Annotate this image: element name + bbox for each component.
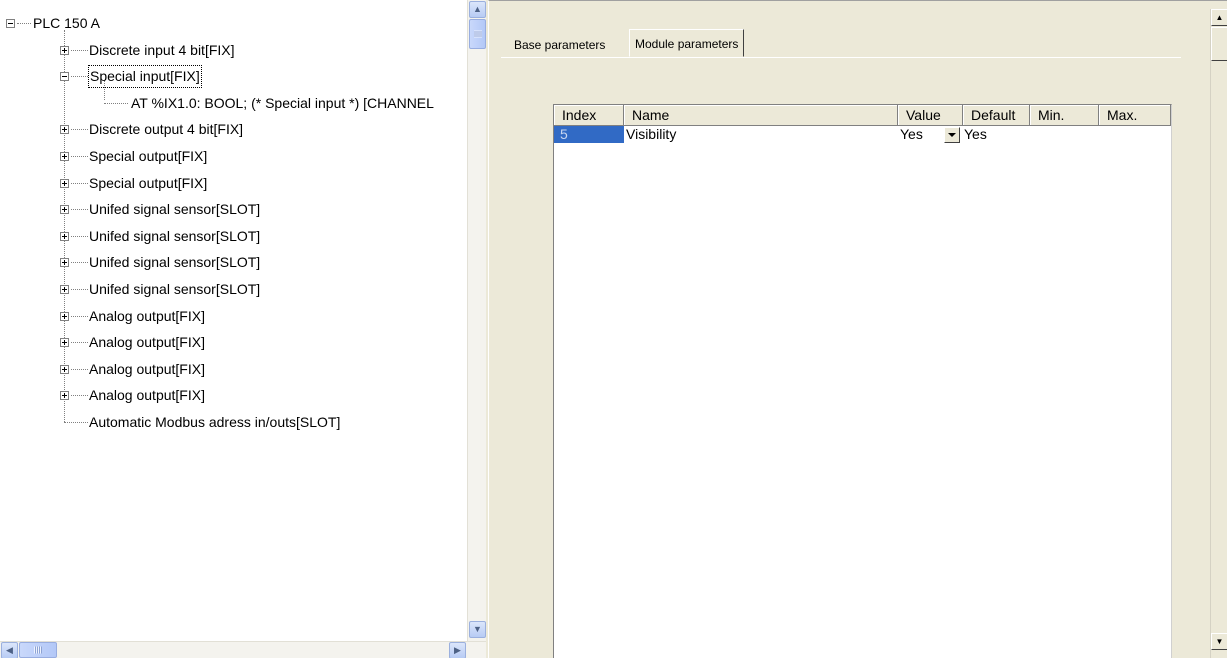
tree-item[interactable]: Discrete output 4 bit[FIX]: [0, 119, 460, 140]
tree-item-label: Unifed signal sensor[SLOT]: [89, 254, 261, 270]
cell-value[interactable]: Yes: [900, 126, 923, 143]
tree-guide-line: [71, 156, 88, 157]
cell-name[interactable]: Visibility: [626, 126, 676, 143]
tree-item[interactable]: Unifed signal sensor[SLOT]: [0, 226, 460, 247]
tree-item-label: Special input[FIX]: [88, 65, 202, 88]
tree-item-label: Analog output[FIX]: [89, 387, 205, 403]
tree-guide-line: [71, 76, 88, 77]
tree-item-label: Discrete input 4 bit[FIX]: [89, 42, 235, 58]
plus-box-icon[interactable]: [60, 232, 69, 241]
tree-guide-line: [71, 369, 88, 370]
tree-item-label: Discrete output 4 bit[FIX]: [89, 121, 244, 137]
tree-horizontal-scrollbar[interactable]: ◀ ▶: [0, 641, 486, 658]
column-header-default[interactable]: Default: [963, 105, 1030, 126]
tab-module-parameters[interactable]: Module parameters: [629, 29, 745, 57]
plus-box-icon[interactable]: [60, 205, 69, 214]
tree-guide-line: [71, 316, 88, 317]
plus-box-icon[interactable]: [60, 46, 69, 55]
parameters-vertical-scrollbar[interactable]: ▲ ▼: [1210, 9, 1227, 658]
minus-box-icon[interactable]: [6, 19, 15, 28]
column-header-max[interactable]: Max.: [1099, 105, 1171, 126]
plus-box-icon[interactable]: [60, 285, 69, 294]
tree-item[interactable]: Special input[FIX]: [0, 65, 460, 88]
tree-item[interactable]: Discrete input 4 bit[FIX]: [0, 40, 460, 61]
tree-item[interactable]: Unifed signal sensor[SLOT]: [0, 252, 460, 273]
tree-guide-line: [71, 50, 88, 51]
parameters-pane: Base parameters Module parameters Index …: [488, 0, 1227, 658]
tree-item-label: Unifed signal sensor[SLOT]: [89, 228, 261, 244]
cell-index[interactable]: 5: [554, 126, 624, 143]
tree-item[interactable]: Analog output[FIX]: [0, 332, 460, 353]
plus-box-icon[interactable]: [60, 179, 69, 188]
tree-item[interactable]: Automatic Modbus adress in/outs[SLOT]: [0, 412, 460, 433]
tree-vertical-scrollbar[interactable]: ▲ ▼: [467, 0, 486, 641]
tree-item[interactable]: Unifed signal sensor[SLOT]: [0, 199, 460, 220]
plus-box-icon[interactable]: [60, 258, 69, 267]
tree-item[interactable]: Analog output[FIX]: [0, 359, 460, 380]
grip-icon: [473, 30, 482, 38]
arrow-down-icon[interactable]: ▼: [469, 621, 486, 638]
tree-item[interactable]: Special output[FIX]: [0, 173, 460, 194]
plus-box-icon[interactable]: [60, 365, 69, 374]
arrow-up-icon[interactable]: ▲: [1211, 9, 1227, 26]
tree-item[interactable]: Analog output[FIX]: [0, 385, 460, 406]
tree-guide-line: [104, 103, 128, 104]
grid-header: Index Name Value Default Min. Max.: [554, 105, 1171, 126]
plus-box-icon[interactable]: [60, 125, 69, 134]
tab-strip-border: [501, 57, 1181, 58]
tree-item[interactable]: Special output[FIX]: [0, 146, 460, 167]
tree-item-label: Special output[FIX]: [89, 148, 208, 164]
arrow-right-icon[interactable]: ▶: [449, 642, 466, 658]
arrow-up-icon[interactable]: ▲: [469, 1, 486, 18]
tree-guide-line: [71, 289, 88, 290]
tree-guide-line: [71, 129, 88, 130]
tree-item-label: Unifed signal sensor[SLOT]: [89, 281, 261, 297]
column-header-min[interactable]: Min.: [1030, 105, 1099, 126]
module-tree: PLC 150 A Discrete input 4 bit[FIX] Speci…: [0, 0, 467, 641]
grip-icon: [34, 646, 42, 654]
tree-item-child[interactable]: AT %IX1.0: BOOL; (* Special input *) [CH…: [0, 93, 467, 114]
plus-box-icon[interactable]: [60, 391, 69, 400]
column-header-name[interactable]: Name: [624, 105, 898, 126]
tree-item-label: Special output[FIX]: [89, 175, 208, 191]
tree-item[interactable]: Analog output[FIX]: [0, 306, 460, 327]
tree-item-label: Analog output[FIX]: [89, 308, 205, 324]
tree-guide-line: [71, 262, 88, 263]
tree-item-label: Analog output[FIX]: [89, 334, 205, 350]
tree-guide-line: [64, 422, 88, 423]
arrow-down-icon[interactable]: ▼: [1211, 633, 1227, 650]
tree-guide-line: [71, 342, 88, 343]
parameters-scroll-thumb[interactable]: [1211, 27, 1227, 61]
chevron-down-icon[interactable]: [944, 127, 960, 143]
tree-hscroll-thumb[interactable]: [19, 642, 57, 658]
module-tree-pane: PLC 150 A Discrete input 4 bit[FIX] Speci…: [0, 0, 486, 658]
tree-guide-line: [17, 23, 31, 24]
tree-item[interactable]: Unifed signal sensor[SLOT]: [0, 279, 460, 300]
tree-guide-line: [71, 183, 88, 184]
module-parameters-grid: Index Name Value Default Min. Max. 5 Vis…: [553, 104, 1172, 658]
tree-child-label: AT %IX1.0: BOOL; (* Special input *) [CH…: [131, 95, 434, 111]
arrow-left-icon[interactable]: ◀: [1, 642, 18, 658]
plus-box-icon[interactable]: [60, 338, 69, 347]
plus-box-icon[interactable]: [60, 312, 69, 321]
tab-base-parameters[interactable]: Base parameters: [509, 34, 610, 56]
tree-guide-line: [71, 236, 88, 237]
column-header-value[interactable]: Value: [898, 105, 963, 126]
tree-guide-line: [71, 395, 88, 396]
tree-root-label: PLC 150 A: [33, 15, 100, 31]
cell-default: Yes: [964, 126, 987, 142]
tree-guide-line: [71, 209, 88, 210]
minus-box-icon[interactable]: [60, 72, 69, 81]
plus-box-icon[interactable]: [60, 152, 69, 161]
tree-scroll-thumb[interactable]: [469, 19, 486, 49]
column-header-index[interactable]: Index: [554, 105, 624, 126]
tree-item-label: Analog output[FIX]: [89, 361, 205, 377]
tree-item-label: Unifed signal sensor[SLOT]: [89, 201, 261, 217]
tree-root-node[interactable]: PLC 150 A: [0, 13, 460, 34]
tree-item-label: Automatic Modbus adress in/outs[SLOT]: [89, 414, 341, 430]
